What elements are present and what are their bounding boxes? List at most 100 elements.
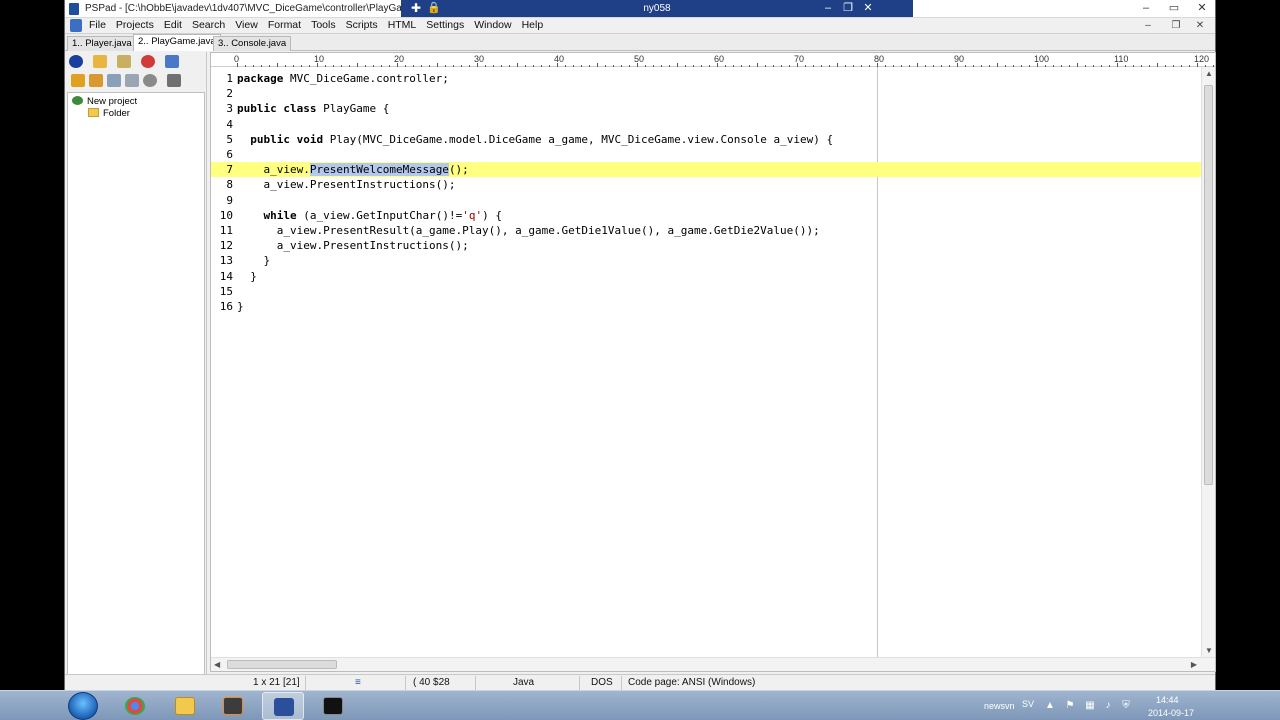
code-text[interactable]: } [237, 269, 257, 284]
taskbar-sublime[interactable] [212, 692, 254, 720]
code-text[interactable]: } [237, 299, 244, 314]
add-file-icon[interactable] [107, 74, 121, 87]
tab-playgame-java[interactable]: 2.. PlayGame.java [133, 34, 221, 51]
code-line[interactable]: 12 a_view.PresentInstructions(); [211, 238, 1215, 253]
menu-tools[interactable]: Tools [311, 19, 336, 31]
code-text[interactable]: package MVC_DiceGame.controller; [237, 71, 449, 86]
tray-arrow-icon[interactable]: ▲ [1044, 700, 1056, 712]
menu-projects[interactable]: Projects [116, 19, 154, 31]
scroll-up-icon[interactable]: ▲ [1205, 69, 1213, 78]
code-line[interactable]: 6 [211, 147, 1215, 162]
clock-time[interactable]: 14:44 [1156, 695, 1179, 705]
tree-root-node[interactable]: New project [72, 96, 137, 107]
vertical-scrollbar[interactable]: ▲ ▼ [1201, 67, 1215, 657]
code-editor[interactable]: 0 10 20 30 40 50 60 70 80 90 100 110 120 1 package MV… [210, 52, 1216, 672]
code-text[interactable]: public void Play(MVC_DiceGame.model.Dice… [237, 132, 833, 147]
taskbar-chrome[interactable] [114, 692, 156, 720]
taskbar-explorer[interactable] [164, 692, 206, 720]
menu-edit[interactable]: Edit [164, 19, 182, 31]
doc-close-icon[interactable]: ✕ [1193, 19, 1207, 32]
menu-window[interactable]: Window [474, 19, 511, 31]
remote-close-icon[interactable]: ✕ [861, 1, 875, 15]
menu-search[interactable]: Search [192, 19, 225, 31]
tab-player-java[interactable]: 1.. Player.java [67, 36, 137, 51]
menu-file[interactable]: File [89, 19, 106, 31]
code-page-indicator[interactable]: Code page: ANSI (Windows) [628, 677, 755, 688]
ftp-tab-icon[interactable] [165, 55, 179, 68]
code-line[interactable]: 14 } [211, 269, 1215, 284]
code-line[interactable]: 11 a_view.PresentResult(a_game.Play(), a… [211, 223, 1215, 238]
code-line[interactable]: 13 } [211, 253, 1215, 268]
remote-restore-icon[interactable]: ❐ [841, 1, 855, 15]
security-icon[interactable]: ⛨ [1120, 700, 1132, 712]
menu-help[interactable]: Help [522, 19, 544, 31]
ruler-tick [1045, 65, 1046, 67]
code-line[interactable]: 8 a_view.PresentInstructions(); [211, 177, 1215, 192]
maximize-icon[interactable]: ▭ [1165, 1, 1183, 16]
code-line[interactable]: 2 [211, 86, 1215, 101]
ruler-tick [309, 65, 310, 67]
doc-minimize-icon[interactable]: – [1141, 19, 1155, 32]
code-line[interactable]: 3 public class PlayGame { [211, 101, 1215, 116]
refresh-icon[interactable] [143, 74, 157, 87]
code-area[interactable]: 1 package MVC_DiceGame.controller; 2 3 publi… [211, 71, 1215, 651]
files-tab-icon[interactable] [117, 55, 131, 68]
code-text[interactable]: public class PlayGame { [237, 101, 389, 116]
horizontal-scroll-thumb[interactable] [227, 660, 337, 669]
taskbar-pspad[interactable] [262, 692, 304, 720]
code-text[interactable]: a_view.PresentResult(a_game.Play(), a_ga… [237, 223, 820, 238]
scroll-right-icon[interactable]: ▶ [1191, 660, 1197, 669]
code-line[interactable]: 4 [211, 117, 1215, 132]
tab-console-java[interactable]: 3.. Console.java [213, 36, 292, 51]
code-line[interactable]: 5 public void Play(MVC_DiceGame.model.Di… [211, 132, 1215, 147]
doc-restore-icon[interactable]: ❐ [1169, 19, 1183, 32]
code-line[interactable]: 7 a_view.PresentWelcomeMessage(); [211, 162, 1215, 178]
document-menu-icon[interactable] [70, 19, 82, 32]
ruler-tick [629, 65, 630, 67]
tray-label[interactable]: newsvn [984, 701, 1015, 711]
flag-icon[interactable]: ⚑ [1064, 700, 1076, 712]
language-indicator-tray[interactable]: SV [1022, 699, 1034, 709]
code-line[interactable]: 9 [211, 193, 1215, 208]
network-icon[interactable]: ▦ [1084, 700, 1096, 712]
favorites-heart-icon[interactable] [141, 55, 155, 68]
language-indicator[interactable]: Java [513, 677, 534, 688]
code-text[interactable]: a_view.PresentInstructions(); [237, 177, 455, 192]
code-line[interactable]: 15 [211, 284, 1215, 299]
clock-date[interactable]: 2014-09-17 [1148, 708, 1194, 718]
menu-settings[interactable]: Settings [426, 19, 464, 31]
tree-folder-node[interactable]: Folder [88, 108, 130, 119]
project-tab-icon[interactable] [69, 55, 83, 68]
code-text[interactable]: } [237, 253, 270, 268]
volume-icon[interactable]: ♪ [1102, 700, 1114, 712]
menu-format[interactable]: Format [268, 19, 301, 31]
taskbar-cmd[interactable] [312, 692, 354, 720]
horizontal-scrollbar[interactable]: ◀ ▶ [211, 657, 1215, 671]
code-text[interactable]: a_view.PresentInstructions(); [237, 238, 469, 253]
vertical-scroll-thumb[interactable] [1204, 85, 1213, 485]
code-text[interactable]: while (a_view.GetInputChar()!='q') { [237, 208, 502, 223]
settings-tools-icon[interactable] [167, 74, 181, 87]
menu-scripts[interactable]: Scripts [346, 19, 378, 31]
code-line[interactable]: 16} [211, 299, 1215, 314]
code-line[interactable]: 1 package MVC_DiceGame.controller; [211, 71, 1215, 86]
wrap-icon[interactable]: ≡ [355, 677, 361, 688]
menu-html[interactable]: HTML [388, 19, 417, 31]
ruler-tick [541, 65, 542, 67]
delete-icon[interactable] [125, 74, 139, 87]
new-project-icon[interactable] [71, 74, 85, 87]
code-text[interactable]: a_view.PresentWelcomeMessage(); [237, 162, 469, 177]
ruler-tick [581, 65, 582, 67]
start-button[interactable] [68, 692, 98, 720]
code-line[interactable]: 10 while (a_view.GetInputChar()!='q') { [211, 208, 1215, 223]
remote-minimize-icon[interactable]: – [821, 1, 835, 15]
close-icon[interactable]: ✕ [1193, 1, 1211, 16]
minimize-icon[interactable]: – [1137, 1, 1155, 16]
scroll-left-icon[interactable]: ◀ [214, 660, 220, 669]
folder-tab-icon[interactable] [93, 55, 107, 68]
scroll-down-icon[interactable]: ▼ [1205, 646, 1213, 655]
menu-view[interactable]: View [235, 19, 258, 31]
open-project-icon[interactable] [89, 74, 103, 87]
line-ending-indicator[interactable]: DOS [591, 677, 613, 688]
ruler-tick [461, 65, 462, 67]
